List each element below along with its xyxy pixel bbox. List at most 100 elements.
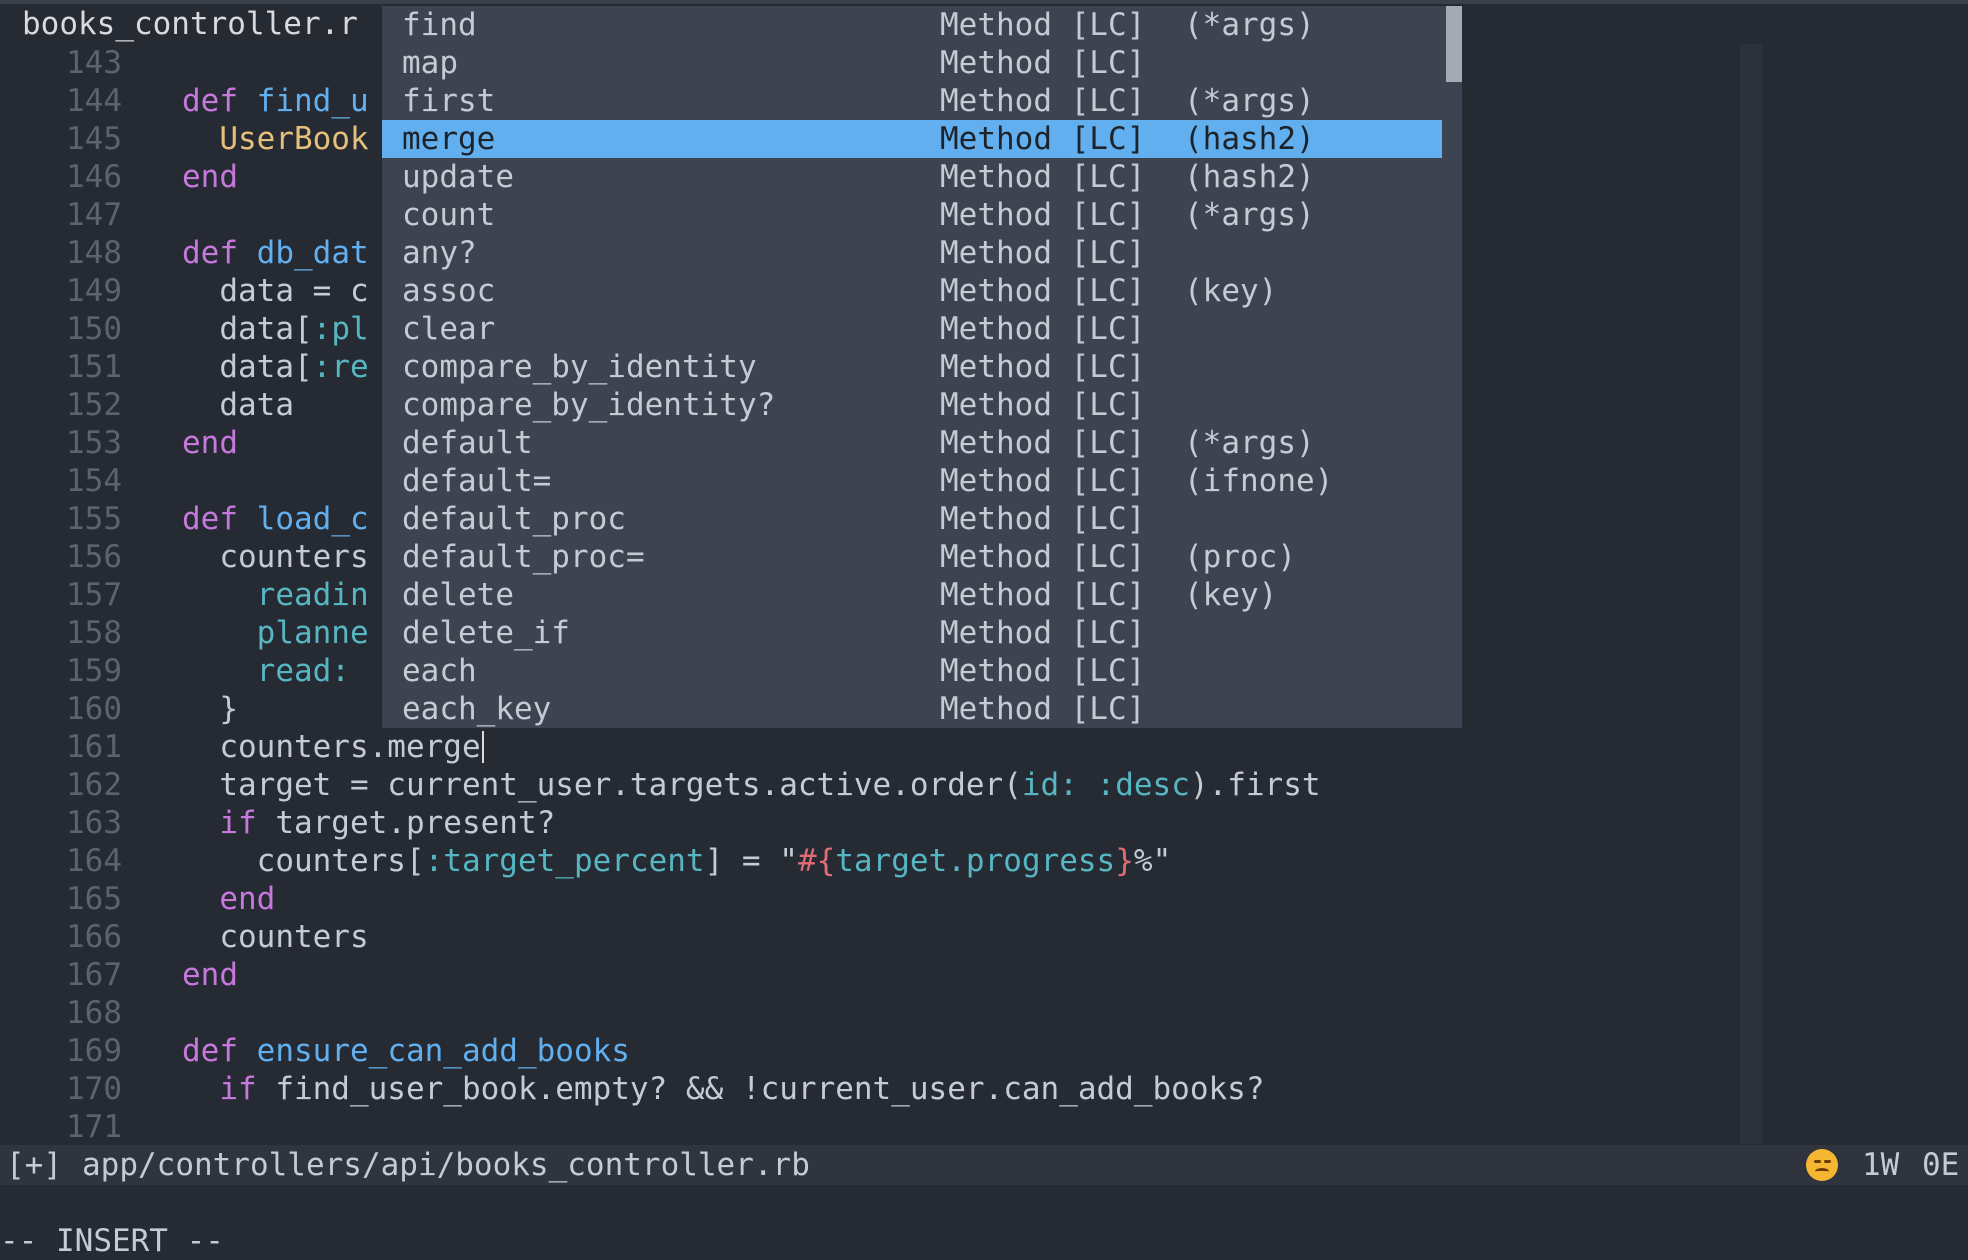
completion-signature: (hash2): [1184, 159, 1315, 195]
line-number: 163: [66, 805, 122, 841]
completion-signature: (ifnone): [1184, 463, 1334, 499]
line-content[interactable]: if find_user_book.empty? && !current_use…: [182, 1070, 1265, 1108]
completion-name: default_proc=: [402, 539, 645, 575]
completion-scrollbar-thumb[interactable]: [1446, 6, 1462, 82]
code-token: :desc: [1096, 767, 1190, 803]
completion-item[interactable]: compare_by_identity Method [LC]: [382, 348, 1442, 386]
completion-item[interactable]: find Method [LC] (*args): [382, 6, 1442, 44]
code-token: end: [182, 159, 238, 195]
completion-item[interactable]: delete_if Method [LC]: [382, 614, 1442, 652]
completion-name: update: [402, 159, 514, 195]
completion-kind: Method [LC]: [940, 387, 1146, 423]
line-number: 158: [66, 615, 122, 651]
line-content[interactable]: data: [182, 386, 294, 424]
completion-signature: (key): [1184, 577, 1278, 613]
code-token: find_u: [256, 83, 369, 119]
code-token: db_dat: [256, 235, 369, 271]
line-content[interactable]: end: [182, 956, 238, 994]
line-number: 170: [66, 1071, 122, 1107]
line-content[interactable]: }: [182, 690, 238, 728]
line-number: 161: [66, 729, 122, 765]
disappointed-face-icon: [1806, 1149, 1838, 1181]
line-content[interactable]: counters: [182, 918, 369, 956]
line-content[interactable]: def find_u: [182, 82, 369, 120]
line-content[interactable]: target = current_user.targets.active.ord…: [182, 766, 1320, 804]
code-token: counters: [182, 919, 369, 955]
completion-item[interactable]: default Method [LC] (*args): [382, 424, 1442, 462]
code-token: target.progress: [835, 843, 1116, 879]
completion-item[interactable]: default_proc Method [LC]: [382, 500, 1442, 538]
code-token: counters[: [182, 843, 425, 879]
line-number: 143: [66, 45, 122, 81]
line-content[interactable]: def ensure_can_add_books: [182, 1032, 630, 1070]
completion-kind: Method [LC]: [940, 501, 1146, 537]
completion-item-selected[interactable]: merge Method [LC] (hash2): [382, 120, 1442, 158]
code-token: data = c: [182, 273, 369, 309]
completion-name: delete: [402, 577, 514, 613]
line-content[interactable]: data[:pl: [182, 310, 368, 348]
lint-error-count: 0E: [1922, 1147, 1960, 1183]
completion-scrollbar[interactable]: [1444, 6, 1462, 728]
line-number: 156: [66, 539, 122, 575]
line-content[interactable]: def load_c: [182, 500, 369, 538]
completion-item[interactable]: count Method [LC] (*args): [382, 196, 1442, 234]
line-content[interactable]: def db_dat: [182, 234, 369, 272]
completion-item[interactable]: each Method [LC]: [382, 652, 1442, 690]
completion-item[interactable]: default_proc= Method [LC] (proc): [382, 538, 1442, 576]
line-content[interactable]: read:: [182, 652, 350, 690]
line-content[interactable]: planne: [182, 614, 369, 652]
completion-kind: Method [LC]: [940, 7, 1146, 43]
completion-item[interactable]: each_key Method [LC]: [382, 690, 1442, 728]
completion-popup[interactable]: each_key Method [LC] each Method [LC] delete…: [382, 6, 1462, 728]
line-content[interactable]: data[:re: [182, 348, 368, 386]
line-content[interactable]: readin: [182, 576, 369, 614]
buffer-tab-title[interactable]: books_controller.r: [22, 5, 358, 43]
line-number: 150: [66, 311, 122, 347]
code-token: readin: [256, 577, 369, 613]
completion-item[interactable]: first Method [LC] (*args): [382, 82, 1442, 120]
completion-item[interactable]: delete Method [LC] (key): [382, 576, 1442, 614]
line-content[interactable]: counters.merge: [182, 728, 484, 766]
line-number: 160: [66, 691, 122, 727]
completion-name: each: [402, 653, 477, 689]
completion-name: default_proc: [402, 501, 626, 537]
completion-item[interactable]: update Method [LC] (hash2): [382, 158, 1442, 196]
line-number: 154: [66, 463, 122, 499]
line-content[interactable]: data = c: [182, 272, 369, 310]
code-token: planne: [256, 615, 369, 651]
completion-item[interactable]: default= Method [LC] (ifnone): [382, 462, 1442, 500]
completion-kind: Method [LC]: [940, 235, 1146, 271]
line-number: 157: [66, 577, 122, 613]
line-content[interactable]: counters[:target_percent] = "#{target.pr…: [182, 842, 1172, 880]
completion-name: find: [402, 7, 477, 43]
line-content[interactable]: end: [182, 880, 275, 918]
completion-kind: Method [LC]: [940, 197, 1146, 233]
completion-kind: Method [LC]: [940, 539, 1146, 575]
code-token: }: [1115, 843, 1134, 879]
line-number: 165: [66, 881, 122, 917]
completion-item[interactable]: clear Method [LC]: [382, 310, 1442, 348]
line-content[interactable]: end: [182, 158, 238, 196]
code-token: read:: [256, 653, 350, 689]
completion-item[interactable]: assoc Method [LC] (key): [382, 272, 1442, 310]
line-number: 151: [66, 349, 122, 385]
code-token: def: [182, 501, 238, 537]
completion-signature: (key): [1184, 273, 1278, 309]
modified-indicator: [+]: [6, 1147, 62, 1183]
line-content[interactable]: end: [182, 424, 238, 462]
completion-item[interactable]: any? Method [LC]: [382, 234, 1442, 272]
completion-name: delete_if: [402, 615, 570, 651]
line-content[interactable]: UserBook: [182, 120, 368, 158]
status-line: [+] app/controllers/api/books_controller…: [0, 1145, 1968, 1185]
completion-name: compare_by_identity: [402, 349, 757, 385]
line-number: 166: [66, 919, 122, 955]
line-content[interactable]: if target.present?: [182, 804, 555, 842]
completion-item[interactable]: map Method [LC]: [382, 44, 1442, 82]
line-number: 171: [66, 1109, 122, 1145]
code-token: find_user_book.empty? && !current_user.c…: [256, 1071, 1265, 1107]
completion-item[interactable]: compare_by_identity? Method [LC]: [382, 386, 1442, 424]
line-content[interactable]: counters: [182, 538, 368, 576]
